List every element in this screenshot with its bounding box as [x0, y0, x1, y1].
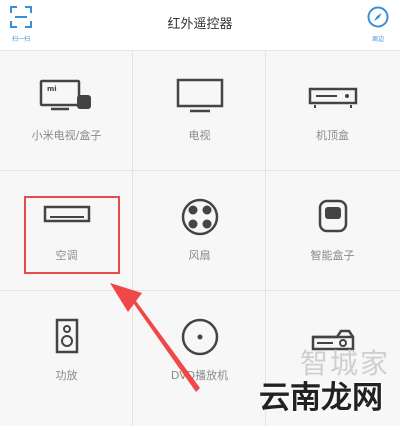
compass-icon [367, 6, 389, 28]
dvd-player-icon [181, 318, 218, 356]
device-smart-box[interactable]: 智能盒子 [266, 171, 400, 291]
device-label: 小米电视/盒子 [31, 129, 102, 142]
device-fan[interactable]: 风扇 [133, 171, 266, 291]
fan-icon [181, 198, 218, 236]
scan-label: 扫一扫 [11, 36, 30, 43]
device-dvd-player[interactable]: DVD播放机 [133, 291, 266, 426]
amplifier-icon [55, 318, 78, 354]
air-conditioner-icon [43, 205, 90, 223]
device-label: 空调 [55, 249, 78, 262]
smart-box-icon [318, 199, 347, 233]
header-bar: 扫一扫 红外遥控器 周边 [0, 0, 400, 51]
mi-tv-box-icon: mi [39, 79, 91, 111]
device-label: DVD播放机 [170, 369, 229, 382]
device-air-conditioner[interactable]: 空调 [0, 171, 133, 291]
set-top-box-icon [308, 87, 357, 108]
device-label: 智能盒子 [310, 249, 355, 262]
device-mi-tv-box[interactable]: mi 小米电视/盒子 [0, 51, 133, 171]
device-amplifier[interactable]: 功放 [0, 291, 133, 426]
device-label: 功放 [55, 369, 78, 382]
device-tv[interactable]: 电视 [133, 51, 266, 171]
tv-icon [176, 78, 223, 113]
around-label: 周边 [371, 36, 384, 43]
device-label: 风扇 [188, 249, 211, 262]
page-title: 红外遥控器 [167, 17, 233, 32]
device-label: 机顶盒 [316, 129, 349, 142]
device-label: 电视 [188, 129, 211, 142]
svg-text:mi: mi [47, 85, 57, 93]
watermark-site: 云南龙网 [259, 380, 383, 416]
around-button[interactable]: 周边 [357, 4, 399, 46]
device-set-top-box[interactable]: 机顶盒 [266, 51, 400, 171]
